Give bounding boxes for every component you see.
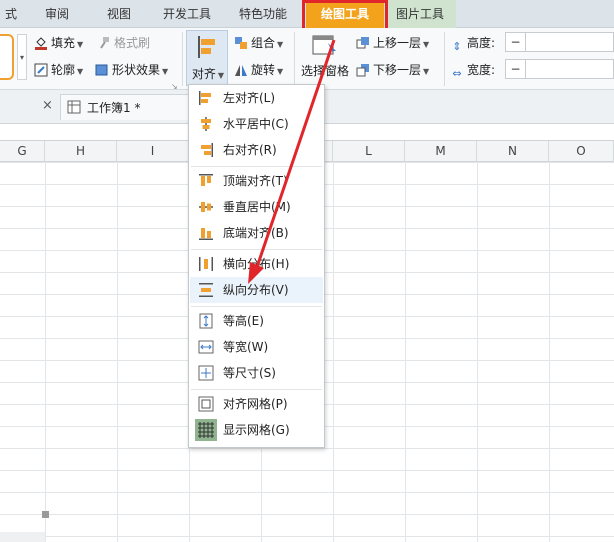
annotation-arrow xyxy=(248,39,336,284)
